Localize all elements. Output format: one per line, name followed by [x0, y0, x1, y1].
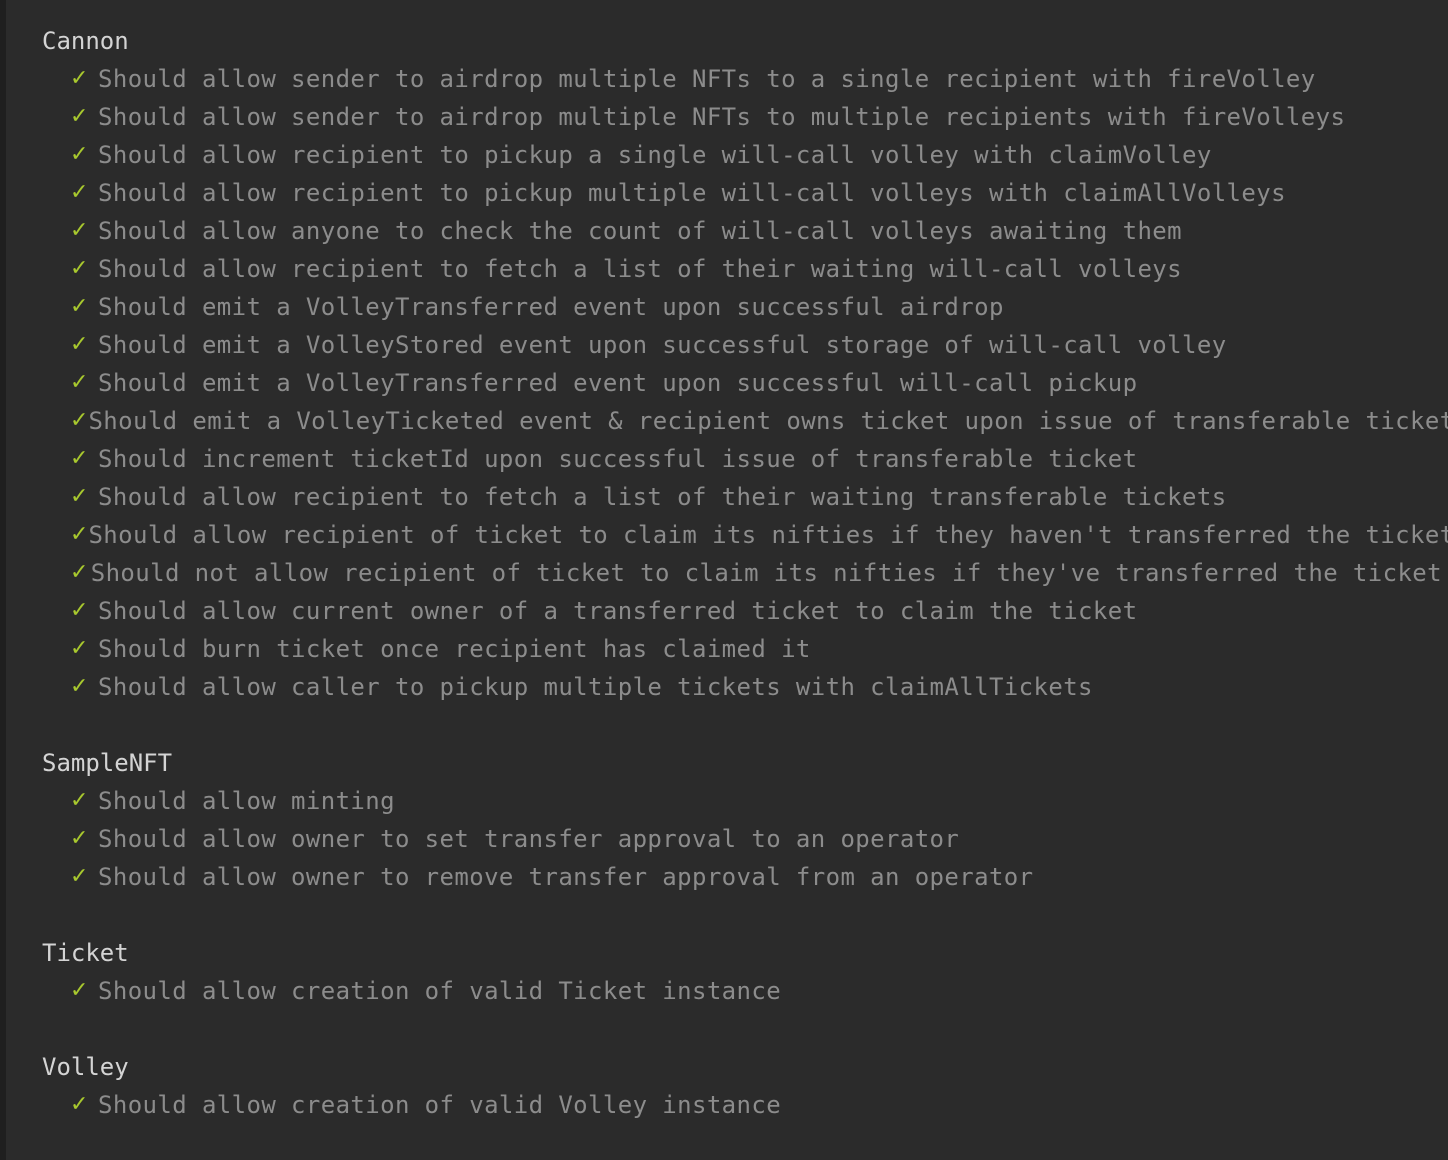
- test-name: Should allow recipient of ticket to clai…: [88, 521, 1448, 549]
- check-icon: ✓: [70, 66, 89, 91]
- test-name: Should allow sender to airdrop multiple …: [98, 65, 1316, 93]
- test-name: Should allow owner to set transfer appro…: [98, 825, 960, 853]
- check-icon: ✓: [70, 256, 89, 281]
- test-name: Should allow current owner of a transfer…: [98, 597, 1138, 625]
- test-row: ✓ Should allow recipient to fetch a list …: [42, 478, 1442, 516]
- suite-samplenft: SampleNFT ✓ Should allow minting ✓ Should …: [42, 744, 1442, 896]
- test-row: ✓ Should allow minting: [42, 782, 1442, 820]
- test-row: ✓ Should emit a VolleyStored event upon s…: [42, 326, 1442, 364]
- test-name: Should allow recipient to fetch a list o…: [98, 483, 1227, 511]
- check-icon: ✓: [70, 674, 89, 699]
- test-row: ✓ Should allow creation of valid Volley i…: [42, 1086, 1442, 1124]
- test-row: ✓ Should not allow recipient of ticket to…: [42, 554, 1442, 592]
- test-row: ✓ Should allow recipient to pickup multip…: [42, 174, 1442, 212]
- check-icon: ✓: [70, 408, 89, 433]
- test-row: ✓ Should emit a VolleyTicketed event & re…: [42, 402, 1448, 440]
- test-row: ✓ Should allow recipient to fetch a list …: [42, 250, 1442, 288]
- test-name: Should allow anyone to check the count o…: [98, 217, 1182, 245]
- test-row: ✓ Should allow caller to pickup multiple …: [42, 668, 1442, 706]
- check-icon: ✓: [70, 1092, 89, 1117]
- check-icon: ✓: [70, 826, 89, 851]
- test-name: Should emit a VolleyTicketed event & rec…: [88, 407, 1448, 435]
- check-icon: ✓: [70, 446, 89, 471]
- suite-volley: Volley ✓ Should allow creation of valid V…: [42, 1048, 1442, 1124]
- test-name: Should not allow recipient of ticket to …: [90, 559, 1442, 587]
- check-icon: ✓: [70, 636, 89, 661]
- test-name: Should allow owner to remove transfer ap…: [98, 863, 1034, 891]
- suite-title: Ticket: [42, 939, 129, 967]
- test-row: ✓ Should allow recipient to pickup a sing…: [42, 136, 1442, 174]
- test-output: Cannon ✓ Should allow sender to airdrop m…: [42, 22, 1448, 1124]
- test-name: Should allow creation of valid Ticket in…: [98, 977, 782, 1005]
- test-name: Should allow minting: [98, 787, 395, 815]
- window-left-edge: [0, 0, 6, 1160]
- test-row: ✓ Should allow owner to set transfer appr…: [42, 820, 1442, 858]
- test-row: ✓ Should allow current owner of a transfe…: [42, 592, 1442, 630]
- test-name: Should emit a VolleyStored event upon su…: [98, 331, 1227, 359]
- test-name: Should burn ticket once recipient has cl…: [98, 635, 811, 663]
- test-row: ✓ Should allow anyone to check the count …: [42, 212, 1442, 250]
- test-name: Should allow recipient to pickup a singl…: [98, 141, 1212, 169]
- test-row: ✓ Should allow sender to airdrop multiple…: [42, 60, 1442, 98]
- suite-cannon: Cannon ✓ Should allow sender to airdrop m…: [42, 22, 1448, 706]
- check-icon: ✓: [70, 484, 89, 509]
- check-icon: ✓: [70, 294, 89, 319]
- check-icon: ✓: [70, 104, 89, 129]
- test-row: ✓ Should allow recipient of ticket to cla…: [42, 516, 1448, 554]
- check-icon: ✓: [70, 598, 89, 623]
- check-icon: ✓: [70, 370, 89, 395]
- check-icon: ✓: [70, 180, 89, 205]
- test-row: ✓ Should allow sender to airdrop multiple…: [42, 98, 1442, 136]
- test-name: Should allow recipient to fetch a list o…: [98, 255, 1182, 283]
- test-row: ✓ Should increment ticketId upon successf…: [42, 440, 1442, 478]
- check-icon: ✓: [70, 522, 89, 547]
- check-icon: ✓: [70, 560, 89, 585]
- suite-title: SampleNFT: [42, 749, 173, 777]
- test-name: Should emit a VolleyTransferred event up…: [98, 369, 1138, 397]
- test-row: ✓ Should burn ticket once recipient has c…: [42, 630, 1442, 668]
- test-row: ✓ Should emit a VolleyTransferred event u…: [42, 288, 1442, 326]
- test-name: Should allow creation of valid Volley in…: [98, 1091, 782, 1119]
- check-icon: ✓: [70, 788, 89, 813]
- test-name: Should emit a VolleyTransferred event up…: [98, 293, 1004, 321]
- check-icon: ✓: [70, 142, 89, 167]
- test-name: Should allow recipient to pickup multipl…: [98, 179, 1286, 207]
- test-row: ✓ Should allow owner to remove transfer a…: [42, 858, 1442, 896]
- check-icon: ✓: [70, 978, 89, 1003]
- suite-title: Volley: [42, 1053, 129, 1081]
- check-icon: ✓: [70, 864, 89, 889]
- check-icon: ✓: [70, 332, 89, 357]
- test-name: Should increment ticketId upon successfu…: [98, 445, 1138, 473]
- suite-title: Cannon: [42, 27, 129, 55]
- test-name: Should allow caller to pickup multiple t…: [98, 673, 1093, 701]
- test-row: ✓ Should allow creation of valid Ticket i…: [42, 972, 1442, 1010]
- suite-ticket: Ticket ✓ Should allow creation of valid T…: [42, 934, 1442, 1010]
- test-name: Should allow sender to airdrop multiple …: [98, 103, 1346, 131]
- test-row: ✓ Should emit a VolleyTransferred event u…: [42, 364, 1442, 402]
- check-icon: ✓: [70, 218, 89, 243]
